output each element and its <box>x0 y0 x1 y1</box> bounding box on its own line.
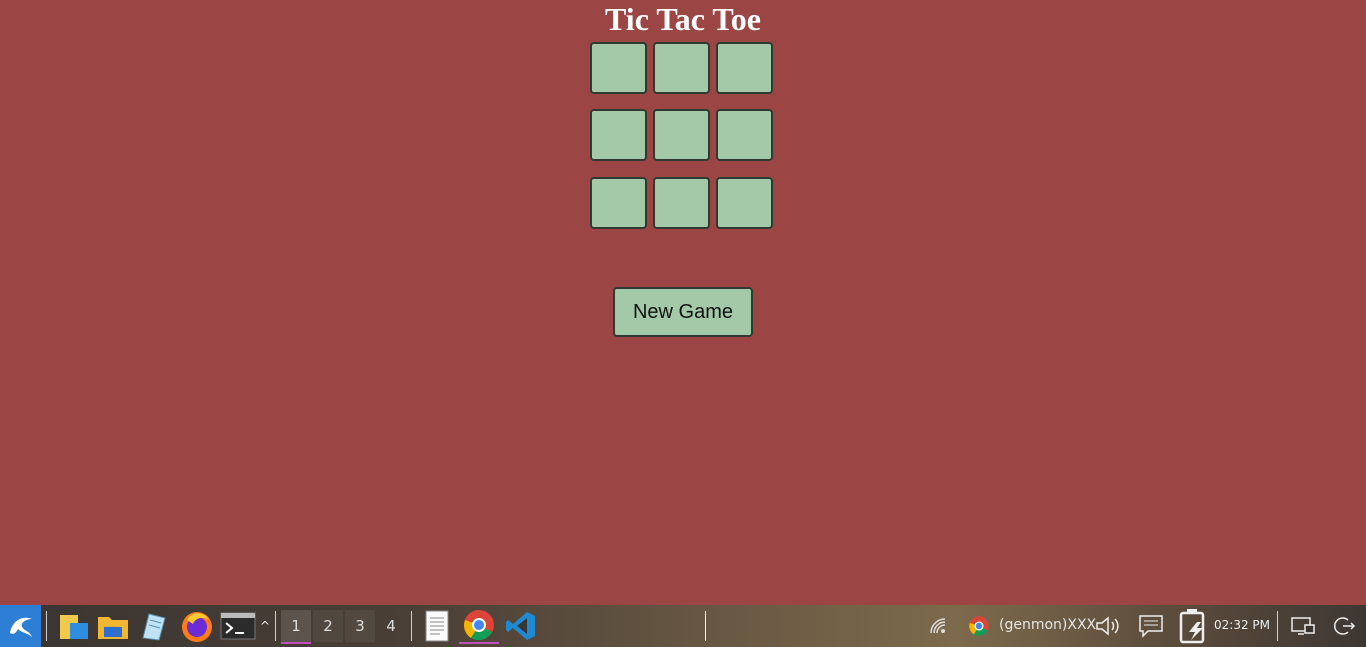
board-cell-7[interactable] <box>590 177 647 229</box>
board-cell-4[interactable] <box>590 109 647 161</box>
folder-icon[interactable] <box>95 608 131 644</box>
workspace-1[interactable]: 1 <box>281 610 311 644</box>
board-cell-8[interactable] <box>653 177 710 229</box>
files-icon[interactable] <box>56 608 92 644</box>
vscode-icon[interactable] <box>503 608 539 644</box>
taskbar: ^ 1 2 3 4 (genmon)XXX 02:32 PM <box>0 605 1366 647</box>
new-game-button[interactable]: New Game <box>613 287 753 337</box>
board-cell-6[interactable] <box>716 109 773 161</box>
chrome-small-icon <box>967 608 991 644</box>
workspace-4[interactable]: 4 <box>376 610 406 642</box>
app-page: Tic Tac Toe New Game <box>0 0 1366 605</box>
display-icon[interactable] <box>1288 608 1318 644</box>
notifications-icon[interactable] <box>1136 608 1166 644</box>
document-icon[interactable] <box>420 608 454 644</box>
clock[interactable]: 02:32 PM <box>1214 618 1270 632</box>
board-cell-5[interactable] <box>653 109 710 161</box>
workspace-3[interactable]: 3 <box>345 610 375 642</box>
terminal-icon[interactable] <box>218 608 258 644</box>
genmon-label[interactable]: (genmon)XXX <box>999 617 1096 633</box>
board-cell-3[interactable] <box>716 42 773 94</box>
volume-icon[interactable] <box>1093 608 1123 644</box>
workspace-2[interactable]: 2 <box>313 610 343 642</box>
kali-start-icon[interactable] <box>0 605 41 647</box>
board-cell-9[interactable] <box>716 177 773 229</box>
page-title: Tic Tac Toe <box>605 1 761 37</box>
board-cell-2[interactable] <box>653 42 710 94</box>
firefox-icon[interactable] <box>177 608 217 644</box>
battery-icon[interactable] <box>1176 608 1210 644</box>
board-cell-1[interactable] <box>590 42 647 94</box>
network-icon[interactable] <box>926 608 950 644</box>
text-editor-icon[interactable] <box>135 608 171 644</box>
logout-icon[interactable] <box>1332 608 1358 644</box>
chrome-icon[interactable] <box>459 608 499 644</box>
chevron-up-icon[interactable]: ^ <box>258 608 272 644</box>
